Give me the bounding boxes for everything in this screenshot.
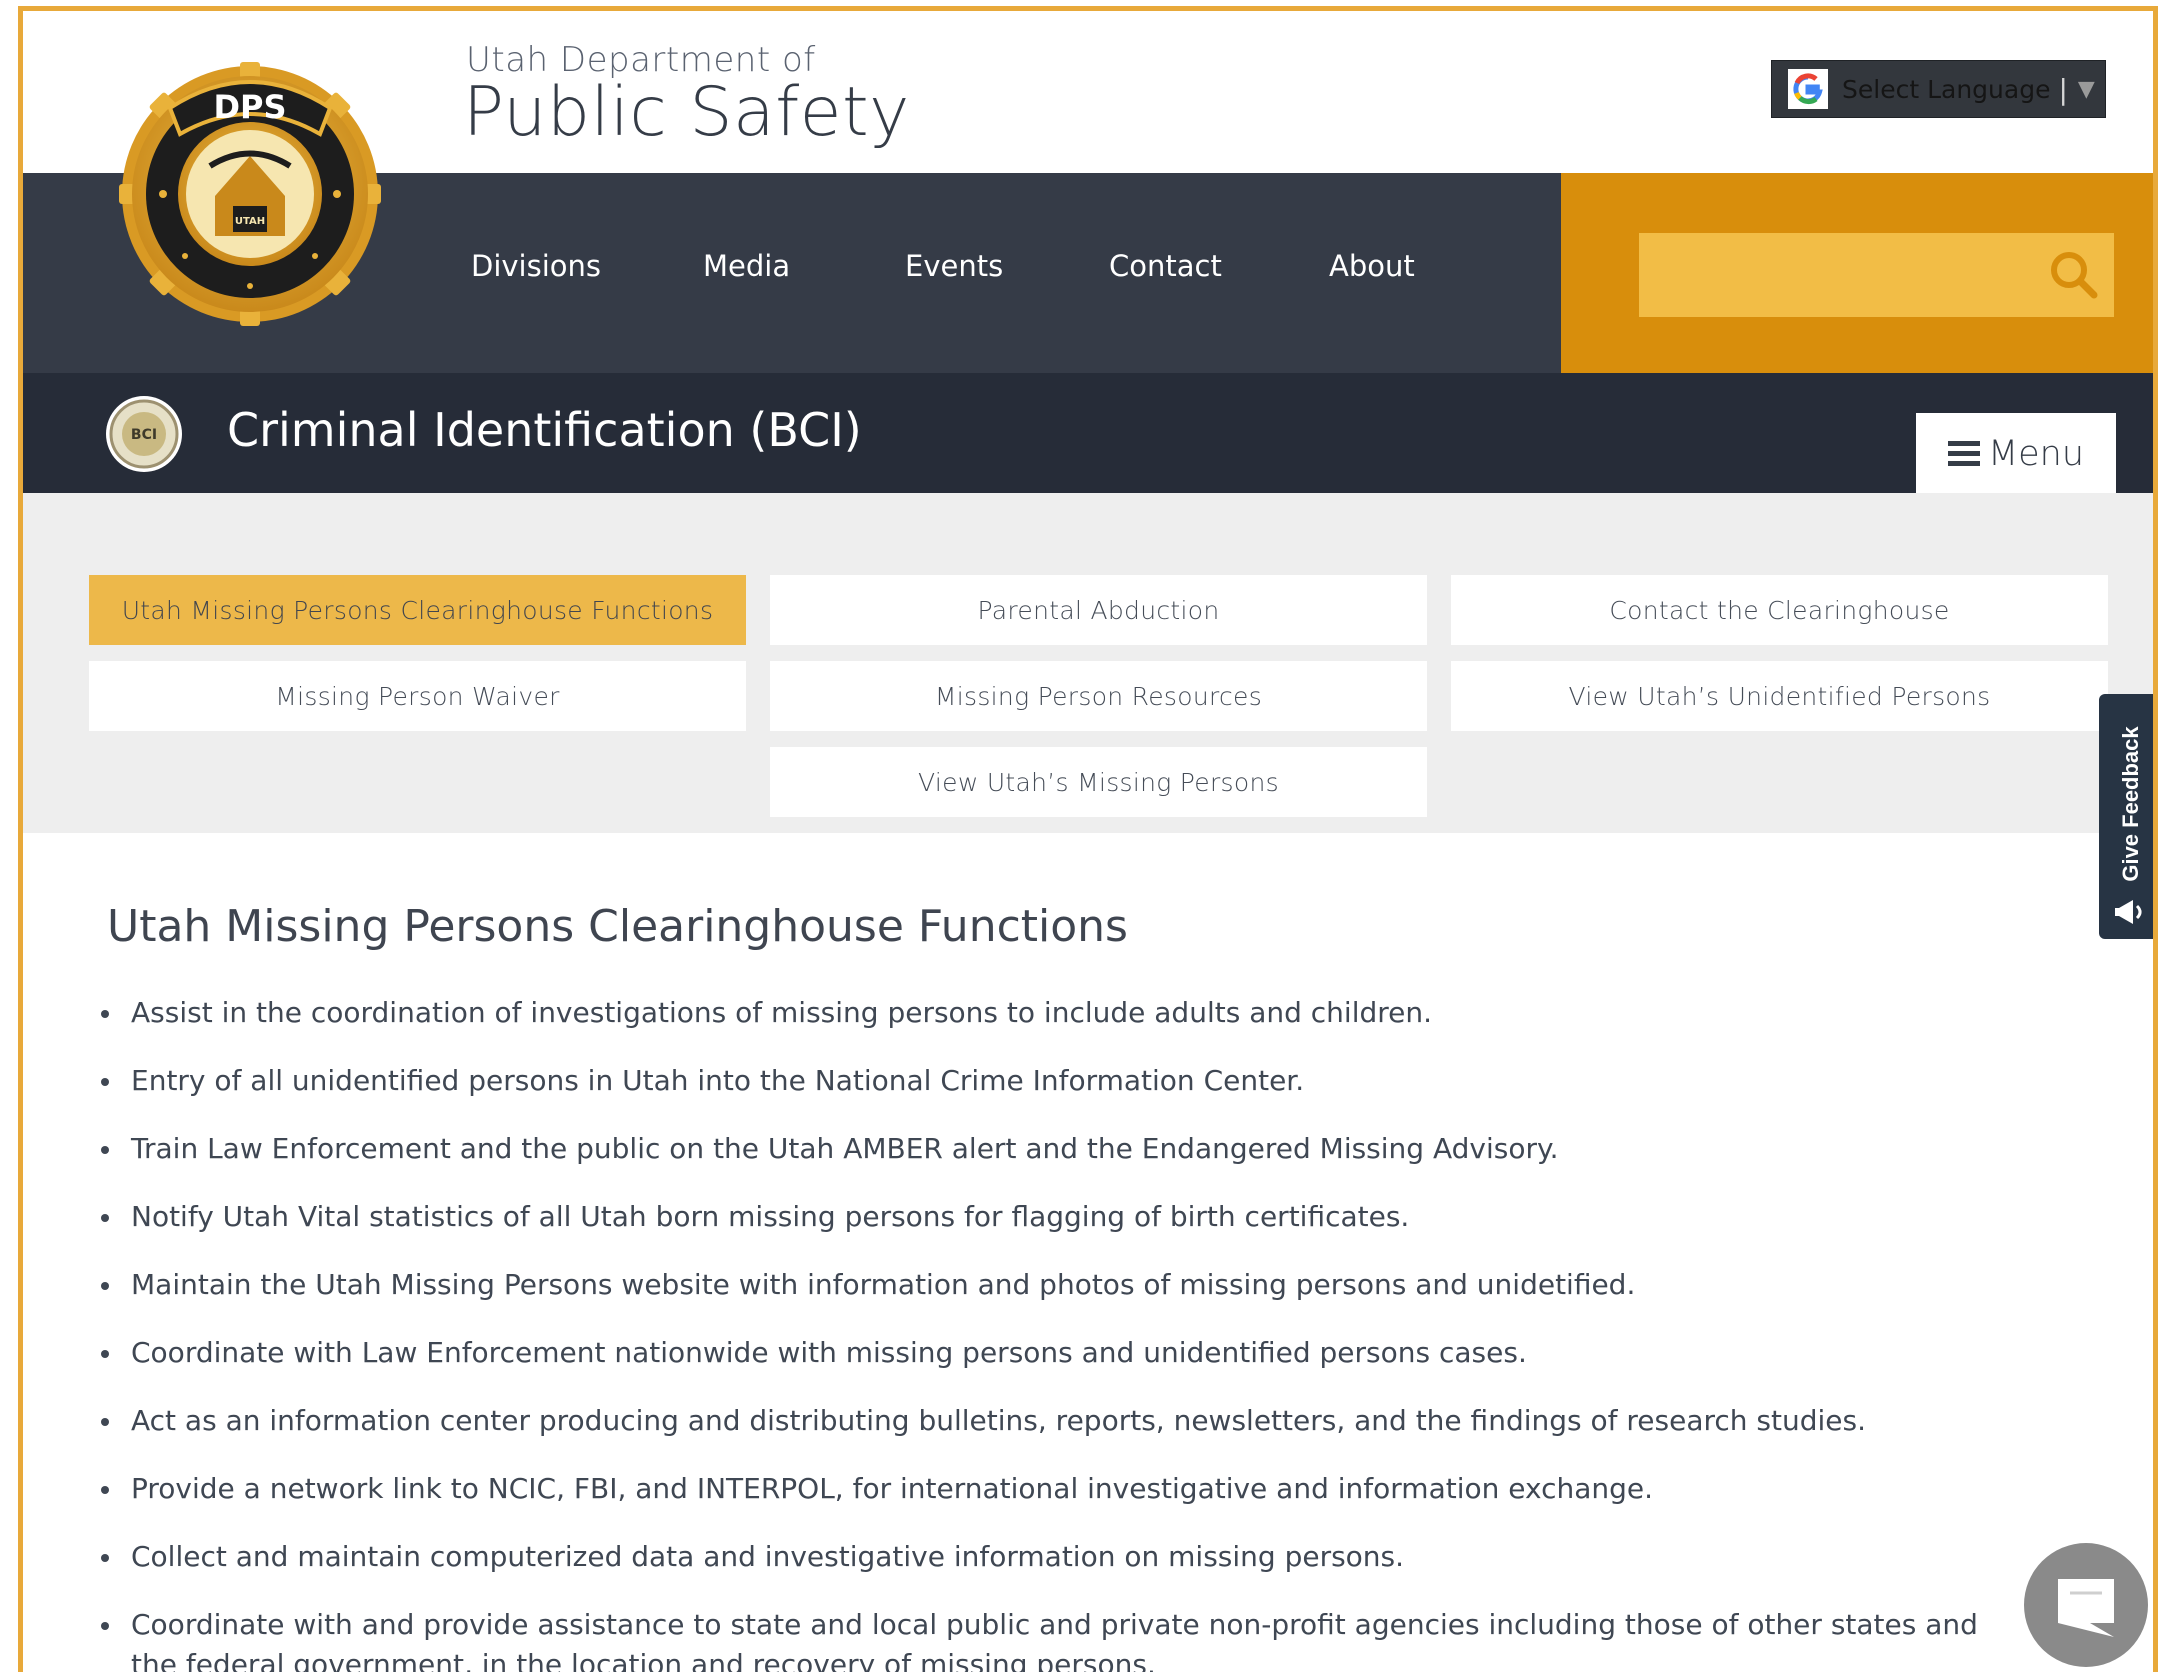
language-select[interactable]: Select Language | ▼ [1771, 60, 2106, 118]
list-item-text: Maintain the Utah Missing Persons websit… [131, 1268, 1636, 1301]
list-item-text: Assist in the coordination of investigat… [131, 996, 1433, 1029]
menu-button[interactable]: Menu [1916, 413, 2116, 495]
chevron-down-icon: ▼ [2077, 76, 2095, 102]
subnav-item-unidentified-persons[interactable]: View Utah’s Unidentified Persons [1451, 661, 2108, 731]
list-item-text: Act as an information center producing a… [131, 1404, 1867, 1437]
list-item: Collect and maintain computerized data a… [101, 1537, 2001, 1577]
google-icon [1788, 69, 1828, 109]
list-item: Maintain the Utah Missing Persons websit… [101, 1265, 2001, 1305]
search-panel [1561, 173, 2153, 373]
list-item: Coordinate with Law Enforcement nationwi… [101, 1333, 2001, 1373]
bullet-dot [101, 1078, 109, 1086]
search-input[interactable] [1639, 233, 2039, 317]
give-feedback-tab[interactable]: Give Feedback [2099, 694, 2153, 939]
bullet-dot [101, 1282, 109, 1290]
page-title: Utah Missing Persons Clearinghouse Funct… [107, 901, 1128, 952]
list-item: Train Law Enforcement and the public on … [101, 1129, 2001, 1169]
list-item: Entry of all unidentified persons in Uta… [101, 1061, 2001, 1101]
list-item: Coordinate with and provide assistance t… [101, 1605, 2011, 1672]
list-item: Provide a network link to NCIC, FBI, and… [101, 1469, 2001, 1509]
nav-link-divisions[interactable]: Divisions [471, 249, 601, 283]
subnav-item-missing-persons[interactable]: View Utah’s Missing Persons [770, 747, 1427, 817]
nav-link-about[interactable]: About [1329, 249, 1415, 283]
subnav-item-contact-clearinghouse[interactable]: Contact the Clearinghouse [1451, 575, 2108, 645]
list-item-text: Collect and maintain computerized data a… [131, 1540, 1405, 1573]
subnav-item-missing-person-waiver[interactable]: Missing Person Waiver [89, 661, 746, 731]
list-item: Assist in the coordination of investigat… [101, 993, 2001, 1033]
agency-name[interactable]: Public Safety [463, 73, 910, 152]
list-item-text: Train Law Enforcement and the public on … [131, 1132, 1559, 1165]
division-banner: BCI Criminal Identification (BCI) Menu [23, 373, 2153, 495]
bullet-dot [101, 1214, 109, 1222]
functions-list: Assist in the coordination of investigat… [101, 993, 2001, 1672]
hamburger-menu-icon [1947, 441, 1980, 466]
subnav-item-missing-person-resources[interactable]: Missing Person Resources [770, 661, 1427, 731]
svg-text:UTAH: UTAH [235, 216, 265, 227]
list-item-text: Provide a network link to NCIC, FBI, and… [131, 1472, 1654, 1505]
nav-link-events[interactable]: Events [905, 249, 1003, 283]
chat-icon [2058, 1579, 2114, 1637]
svg-text:BCI: BCI [131, 427, 157, 443]
language-select-separator: | [2058, 72, 2068, 106]
section-subnav: Utah Missing Persons Clearinghouse Funct… [23, 493, 2153, 833]
subnav-item-parental-abduction[interactable]: Parental Abduction [770, 575, 1427, 645]
subnav-item-clearinghouse-functions[interactable]: Utah Missing Persons Clearinghouse Funct… [89, 575, 746, 645]
list-item-text: Notify Utah Vital statistics of all Utah… [131, 1200, 1410, 1233]
bullet-dot [101, 1486, 109, 1494]
bullet-dot [101, 1350, 109, 1358]
page-frame: Utah Department of Public Safety Select … [18, 6, 2158, 1672]
nav-link-media[interactable]: Media [703, 249, 790, 283]
bullet-dot [101, 1146, 109, 1154]
nav-link-contact[interactable]: Contact [1109, 249, 1222, 283]
chat-button[interactable] [2024, 1543, 2148, 1667]
dps-utah-badge-icon[interactable]: DPS UTAH [115, 46, 385, 328]
list-item: Act as an information center producing a… [101, 1401, 2001, 1441]
svg-text:DPS: DPS [213, 88, 286, 126]
bci-seal-icon: BCI [106, 396, 182, 472]
bullet-dot [101, 1622, 109, 1630]
list-item: Notify Utah Vital statistics of all Utah… [101, 1197, 2001, 1237]
menu-button-label: Menu [1987, 434, 2085, 474]
division-title[interactable]: Criminal Identification (BCI) [227, 403, 862, 457]
bullet-dot [101, 1010, 109, 1018]
language-select-label: Select Language [1842, 74, 2051, 104]
search-icon[interactable] [2044, 245, 2104, 305]
bullet-dot [101, 1418, 109, 1426]
megaphone-icon [2115, 900, 2142, 924]
list-item-text: Coordinate with and provide assistance t… [131, 1608, 1978, 1672]
bullet-dot [101, 1554, 109, 1562]
list-item-text: Entry of all unidentified persons in Uta… [131, 1064, 1305, 1097]
search-box [1639, 233, 2114, 317]
give-feedback-label: Give Feedback [2118, 726, 2143, 882]
list-item-text: Coordinate with Law Enforcement nationwi… [131, 1336, 1527, 1369]
